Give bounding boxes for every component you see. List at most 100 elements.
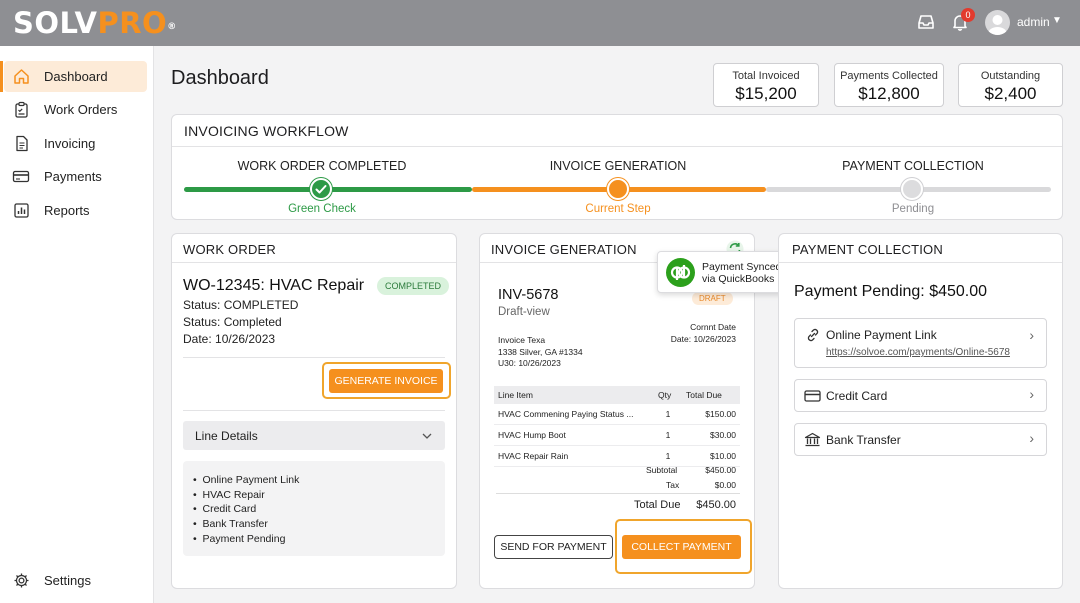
work-order-status-alt: Status: Completed — [183, 315, 282, 329]
sync-tooltip: Payment Synced via QuickBooks — [657, 251, 786, 293]
generate-invoice-button[interactable]: GENERATE INVOICE — [329, 369, 443, 393]
stat-label: Outstanding — [980, 70, 1041, 82]
list-item-text: Credit Card — [202, 503, 257, 516]
work-order-status: Status: COMPLETED — [183, 298, 299, 312]
sidebar-item-label: Dashboard — [44, 69, 108, 84]
stat-total-invoiced: Total Invoiced $15,200 — [713, 63, 819, 107]
pending-step-dot[interactable] — [901, 178, 923, 200]
stat-label: Total Invoiced — [732, 70, 800, 82]
stat-payments-collected: Payments Collected $12,800 — [834, 63, 944, 107]
list-item: • Bank Transfer — [193, 518, 268, 531]
work-order-title: WORK ORDER — [183, 242, 276, 257]
bank-icon — [804, 432, 821, 453]
payment-pending: Payment Pending: $450.00 — [794, 283, 988, 300]
stat-value: $15,200 — [735, 84, 797, 103]
line-details-list: • Online Payment Link • HVAC Repair • Cr… — [183, 461, 445, 556]
status-badge: COMPLETED — [377, 277, 450, 295]
table-row: HVAC Hump Boot 1 $30.00 — [494, 424, 740, 446]
from-line: Invoice Texa — [498, 335, 546, 345]
sidebar-item-invoicing[interactable]: Invoicing — [4, 128, 147, 159]
credit-card-option[interactable]: Credit Card › — [794, 379, 1047, 412]
online-payment-option[interactable]: Online Payment Link https://solvoe.com/p… — [794, 318, 1047, 368]
total-label: Total Due — [634, 499, 681, 511]
logo-registered: ® — [167, 22, 177, 32]
cell: 1 — [654, 445, 682, 467]
list-item-text: HVAC Repair — [202, 488, 265, 501]
chevron-down-icon — [421, 429, 433, 447]
tax-label: Tax — [666, 480, 680, 490]
cell: $30.00 — [682, 424, 740, 446]
check-icon[interactable] — [310, 178, 332, 200]
cell: 1 — [654, 424, 682, 446]
logo-text-a: SOLV — [13, 6, 98, 40]
table-row: HVAC Commening Paying Status ... 1 $150.… — [494, 404, 740, 425]
list-item: • Credit Card — [193, 503, 257, 516]
tax-value: $0.00 — [714, 480, 736, 490]
sidebar-item-label: Invoicing — [44, 136, 96, 151]
top-bar: SOLVPRO® 0 admin ▼ — [0, 0, 1080, 46]
sidebar-item-settings[interactable]: Settings — [4, 565, 147, 596]
logo-text-b: PRO — [97, 6, 168, 40]
sidebar-item-dashboard[interactable]: Dashboard — [4, 61, 147, 92]
sidebar-item-payments[interactable]: Payments — [4, 161, 147, 192]
bank-transfer-option[interactable]: Bank Transfer › — [794, 423, 1047, 456]
cell: $150.00 — [682, 404, 740, 425]
line-items-table: Line Item Qty Total Due HVAC Commening P… — [494, 386, 740, 467]
col-header: Total Due — [682, 386, 740, 404]
subtotal-label: Subtotal — [646, 465, 678, 475]
list-item: • Online Payment Link — [193, 474, 300, 486]
stat-outstanding: Outstanding $2,400 — [958, 63, 1063, 107]
invoice-from: Invoice Texa 1338 Silver, GA #1334 U30: … — [498, 335, 583, 370]
workflow-card: INVOICING WORKFLOW WORK ORDER COMPLETED … — [171, 114, 1063, 220]
document-icon — [12, 135, 30, 153]
table-header: Line Item Qty Total Due — [494, 386, 740, 404]
link-icon — [805, 327, 821, 348]
list-item: • HVAC Repair — [193, 488, 265, 501]
sidebar-item-label: Payments — [44, 169, 102, 184]
collect-payment-button[interactable]: COLLECT PAYMENT — [622, 535, 741, 559]
send-for-payment-button[interactable]: SEND FOR PAYMENT — [494, 535, 613, 559]
quickbooks-logo-icon — [666, 258, 695, 287]
list-item-text: Online Payment Link — [202, 474, 300, 486]
invoice-date-block: Cornnt Date Date: 10/26/2023 — [671, 322, 736, 345]
cell: HVAC Hump Boot — [494, 424, 654, 446]
cell: HVAC Commening Paying Status ... — [494, 404, 654, 425]
payment-card: PAYMENT COLLECTION Payment Pending: $450… — [778, 233, 1063, 589]
inbox-icon[interactable] — [916, 12, 938, 34]
user-name[interactable]: admin — [1017, 15, 1050, 29]
brand-logo[interactable]: SOLVPRO® — [13, 6, 177, 40]
step-sub-complete: Green Check — [288, 203, 356, 215]
draft-badge: DRAFT — [692, 292, 733, 305]
current-step-dot[interactable] — [607, 178, 629, 200]
clipboard-icon — [12, 101, 30, 119]
step-sub-current: Current Step — [585, 203, 651, 215]
col-header: Qty — [654, 386, 682, 404]
cell: HVAC Repair Rain — [494, 445, 654, 467]
list-item-text: Bank Transfer — [202, 518, 268, 531]
workflow-title: INVOICING WORKFLOW — [184, 123, 349, 139]
list-item: • Payment Pending — [193, 532, 286, 545]
sidebar-item-reports[interactable]: Reports — [4, 195, 147, 226]
invoice-view: Draft-view — [498, 306, 550, 318]
work-order-header: WORK ORDER — [172, 234, 456, 263]
active-indicator — [0, 61, 3, 92]
payment-header: PAYMENT COLLECTION — [779, 234, 1062, 263]
sidebar-item-work-orders[interactable]: Work Orders — [4, 94, 147, 125]
stat-value: $12,800 — [858, 84, 920, 103]
step-label-invoice: INVOICE GENERATION — [549, 159, 687, 173]
card-icon — [804, 388, 821, 409]
cell: $10.00 — [682, 445, 740, 467]
gear-icon — [12, 572, 30, 590]
cell: 1 — [654, 404, 682, 425]
sync-line: Payment Synced — [702, 261, 782, 273]
card-icon — [12, 168, 30, 186]
avatar[interactable] — [985, 10, 1010, 35]
line-details-accordion[interactable]: Line Details — [183, 421, 445, 450]
payment-link-url[interactable]: https://solvoe.com/payments/Online-5678 — [826, 347, 1010, 358]
total-value: $450.00 — [696, 499, 736, 511]
payment-title: PAYMENT COLLECTION — [792, 242, 943, 257]
date-value: Date: 10/26/2023 — [670, 333, 736, 344]
sidebar-item-label: Reports — [44, 203, 90, 218]
chevron-down-icon[interactable]: ▼ — [1052, 15, 1062, 26]
subtotal-value: $450.00 — [705, 465, 736, 475]
